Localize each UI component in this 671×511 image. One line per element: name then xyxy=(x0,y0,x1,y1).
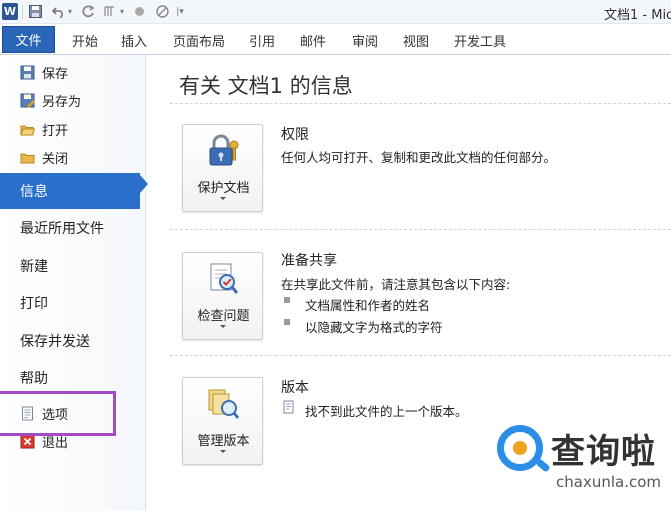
word-app-icon[interactable]: W xyxy=(2,3,18,20)
dropdown-caret-icon xyxy=(220,325,226,328)
tab-view[interactable]: 视图 xyxy=(403,31,429,50)
qat-separator xyxy=(22,5,23,19)
tab-file[interactable]: 文件 xyxy=(2,26,55,53)
nav-info[interactable]: 信息 xyxy=(0,173,140,209)
save-label: 保存 xyxy=(42,66,69,82)
versions-icon xyxy=(205,386,241,422)
options-highlight-box xyxy=(0,391,116,436)
dropdown-caret-icon xyxy=(220,197,226,200)
redo-icon[interactable] xyxy=(80,3,96,20)
circle-icon[interactable] xyxy=(132,3,146,20)
undo-icon[interactable] xyxy=(50,3,66,20)
undo-dropdown-icon[interactable]: ▾ xyxy=(66,3,74,20)
customize-qat-icon[interactable]: |▾ xyxy=(174,3,186,20)
close-label: 关闭 xyxy=(42,151,69,167)
save-as-icon xyxy=(20,93,35,108)
save-command[interactable]: 保存 xyxy=(20,62,68,82)
bullet-item: 文档属性和作者的姓名 xyxy=(305,298,431,313)
close-command[interactable]: 关闭 xyxy=(20,147,68,167)
protect-document-button[interactable]: 保护文档 xyxy=(182,124,263,212)
dropdown-caret-icon xyxy=(220,450,226,453)
tab-references[interactable]: 引用 xyxy=(249,31,275,50)
nav-recent[interactable]: 最近所用文件 xyxy=(0,210,146,246)
title-bar: W ▾ ▾ |▾ 文档1 - Mic xyxy=(0,0,671,24)
watermark-brand: 查询啦 xyxy=(551,432,656,472)
watermark-logo-tail xyxy=(535,458,551,473)
bullet-icon xyxy=(284,319,290,325)
close-folder-icon xyxy=(20,150,35,165)
open-command[interactable]: 打开 xyxy=(20,119,68,139)
prepare-sharing-text: 在共享此文件前，请注意其包含以下内容: xyxy=(281,277,511,292)
inspect-document-icon xyxy=(205,261,241,297)
nav-save-send[interactable]: 保存并发送 xyxy=(0,323,146,359)
no-entry-icon[interactable] xyxy=(154,3,170,20)
check-issues-button[interactable]: 检查问题 xyxy=(182,252,263,340)
save-as-command[interactable]: 另存为 xyxy=(20,90,81,110)
manage-versions-label: 管理版本 xyxy=(197,434,250,449)
format-painter-icon[interactable] xyxy=(101,3,119,20)
save-icon xyxy=(20,65,35,80)
versions-text: 找不到此文件的上一个版本。 xyxy=(305,404,468,419)
bullet-icon xyxy=(284,297,290,303)
lock-key-icon xyxy=(205,133,241,169)
tab-developer[interactable]: 开发工具 xyxy=(454,31,506,50)
prepare-sharing-heading: 准备共享 xyxy=(281,253,337,269)
title-divider xyxy=(170,103,671,104)
tab-page-layout[interactable]: 页面布局 xyxy=(173,31,225,50)
versions-heading: 版本 xyxy=(281,380,309,396)
permissions-text: 任何人均可打开、复制和更改此文档的任何部分。 xyxy=(281,150,557,165)
watermark-url: chaxunla.com xyxy=(556,473,661,491)
bullet-item: 以隐藏文字为格式的字符 xyxy=(305,320,443,335)
section-divider xyxy=(170,229,671,230)
ribbon-tabs: 文件 开始 插入 页面布局 引用 邮件 审阅 视图 开发工具 xyxy=(0,24,671,55)
active-nav-pointer xyxy=(140,175,148,193)
painter-dropdown-icon[interactable]: ▾ xyxy=(118,3,126,20)
section-divider xyxy=(170,355,671,356)
check-issues-label: 检查问题 xyxy=(197,309,250,324)
save-as-label: 另存为 xyxy=(42,94,82,110)
tab-insert[interactable]: 插入 xyxy=(121,31,147,50)
open-folder-icon xyxy=(20,122,36,137)
watermark-logo-dot xyxy=(513,441,527,455)
page-title: 有关 文档1 的信息 xyxy=(179,74,353,98)
tab-mailings[interactable]: 邮件 xyxy=(300,31,326,50)
window-title: 文档1 - Mic xyxy=(604,8,671,23)
save-icon[interactable] xyxy=(27,3,43,20)
nav-new[interactable]: 新建 xyxy=(0,248,146,284)
manage-versions-button[interactable]: 管理版本 xyxy=(182,377,263,465)
tab-home[interactable]: 开始 xyxy=(72,31,98,50)
permissions-heading: 权限 xyxy=(281,127,309,143)
tab-review[interactable]: 审阅 xyxy=(352,31,378,50)
open-label: 打开 xyxy=(42,123,69,139)
protect-document-label: 保护文档 xyxy=(197,181,250,196)
nav-print[interactable]: 打印 xyxy=(0,285,146,321)
version-document-icon xyxy=(282,400,296,414)
